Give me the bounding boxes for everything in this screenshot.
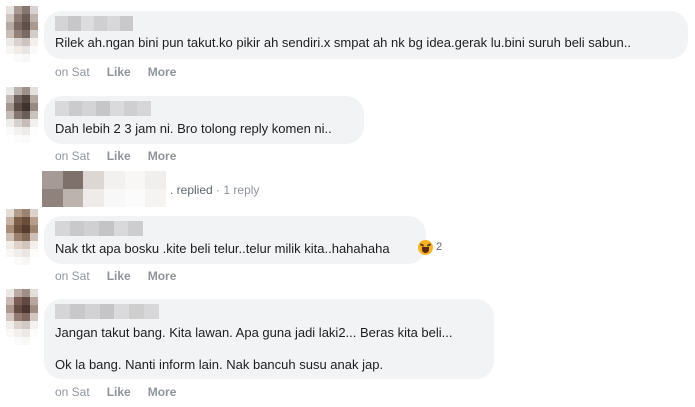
like-button[interactable]: Like xyxy=(107,269,131,283)
comment-actions: on Sat Like More xyxy=(55,385,193,399)
comment-timestamp[interactable]: on Sat xyxy=(55,149,90,163)
comment-text: Dah lebih 2 3 jam ni. Bro tolong reply k… xyxy=(55,121,332,136)
avatar[interactable] xyxy=(6,6,38,62)
reply-summary[interactable]: . replied · 1 reply xyxy=(170,183,259,197)
more-button[interactable]: More xyxy=(148,269,177,283)
comment-timestamp[interactable]: on Sat xyxy=(55,269,90,283)
comment-actions: on Sat Like More xyxy=(55,149,193,163)
replied-label[interactable]: . replied xyxy=(170,183,213,197)
reaction-count[interactable]: 2 xyxy=(436,241,442,253)
reply-avatar[interactable] xyxy=(42,171,166,207)
more-button[interactable]: More xyxy=(148,149,177,163)
like-button[interactable]: Like xyxy=(107,149,131,163)
comment-timestamp[interactable]: on Sat xyxy=(55,65,90,79)
like-button[interactable]: Like xyxy=(107,65,131,79)
comment-actions: on Sat Like More xyxy=(55,269,193,283)
comment-actions: on Sat Like More xyxy=(55,65,193,79)
avatar[interactable] xyxy=(6,209,38,265)
commenter-name[interactable] xyxy=(55,16,133,31)
commenter-name[interactable] xyxy=(55,101,152,116)
laughing-emoji-icon[interactable] xyxy=(418,240,433,255)
avatar[interactable] xyxy=(6,87,38,143)
like-button[interactable]: Like xyxy=(107,385,131,399)
comment-text: Rilek ah.ngan bini pun takut.ko pikir ah… xyxy=(55,35,631,50)
more-button[interactable]: More xyxy=(148,385,177,399)
comment-timestamp[interactable]: on Sat xyxy=(55,385,90,399)
comment-text-line: Ok la bang. Nanti inform lain. Nak bancu… xyxy=(55,357,384,372)
reply-count[interactable]: 1 reply xyxy=(223,183,259,197)
comment-text-line: Jangan takut bang. Kita lawan. Apa guna … xyxy=(55,325,453,340)
commenter-name[interactable] xyxy=(55,304,160,319)
reply-separator: · xyxy=(216,183,221,197)
avatar[interactable] xyxy=(6,289,38,345)
more-button[interactable]: More xyxy=(148,65,177,79)
comment-text: Nak tkt apa bosku .kite beli telur..telu… xyxy=(55,241,390,256)
commenter-name[interactable] xyxy=(55,221,144,236)
